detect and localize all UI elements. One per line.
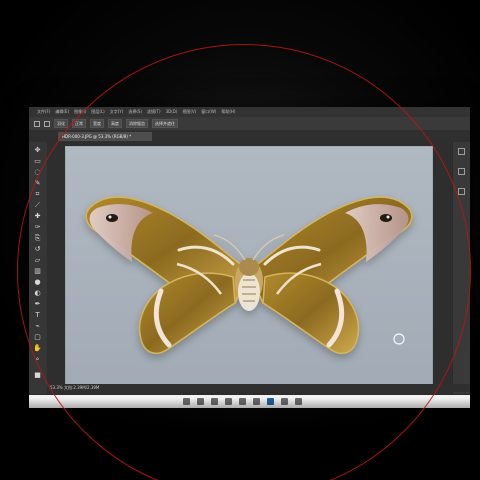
red-circle-overlay xyxy=(17,44,471,480)
selection-tool-icon[interactable] xyxy=(44,120,50,127)
menu-item-edit[interactable]: 编辑(E) xyxy=(55,107,69,117)
photo-scene: 文件(F) 编辑(E) 图像(I) 图层(L) 文字(Y) 选择(S) 滤镜(T… xyxy=(0,0,480,480)
layers-icon[interactable] xyxy=(458,148,465,155)
feather-option[interactable]: 羽化 xyxy=(54,119,68,128)
home-icon[interactable] xyxy=(34,120,40,127)
menu-item-file[interactable]: 文件(F) xyxy=(37,107,50,117)
marquee-icon[interactable]: ▭ xyxy=(33,157,42,166)
move-icon[interactable]: ✥ xyxy=(33,146,42,155)
channels-icon[interactable] xyxy=(458,168,465,175)
paths-icon[interactable] xyxy=(458,188,465,195)
